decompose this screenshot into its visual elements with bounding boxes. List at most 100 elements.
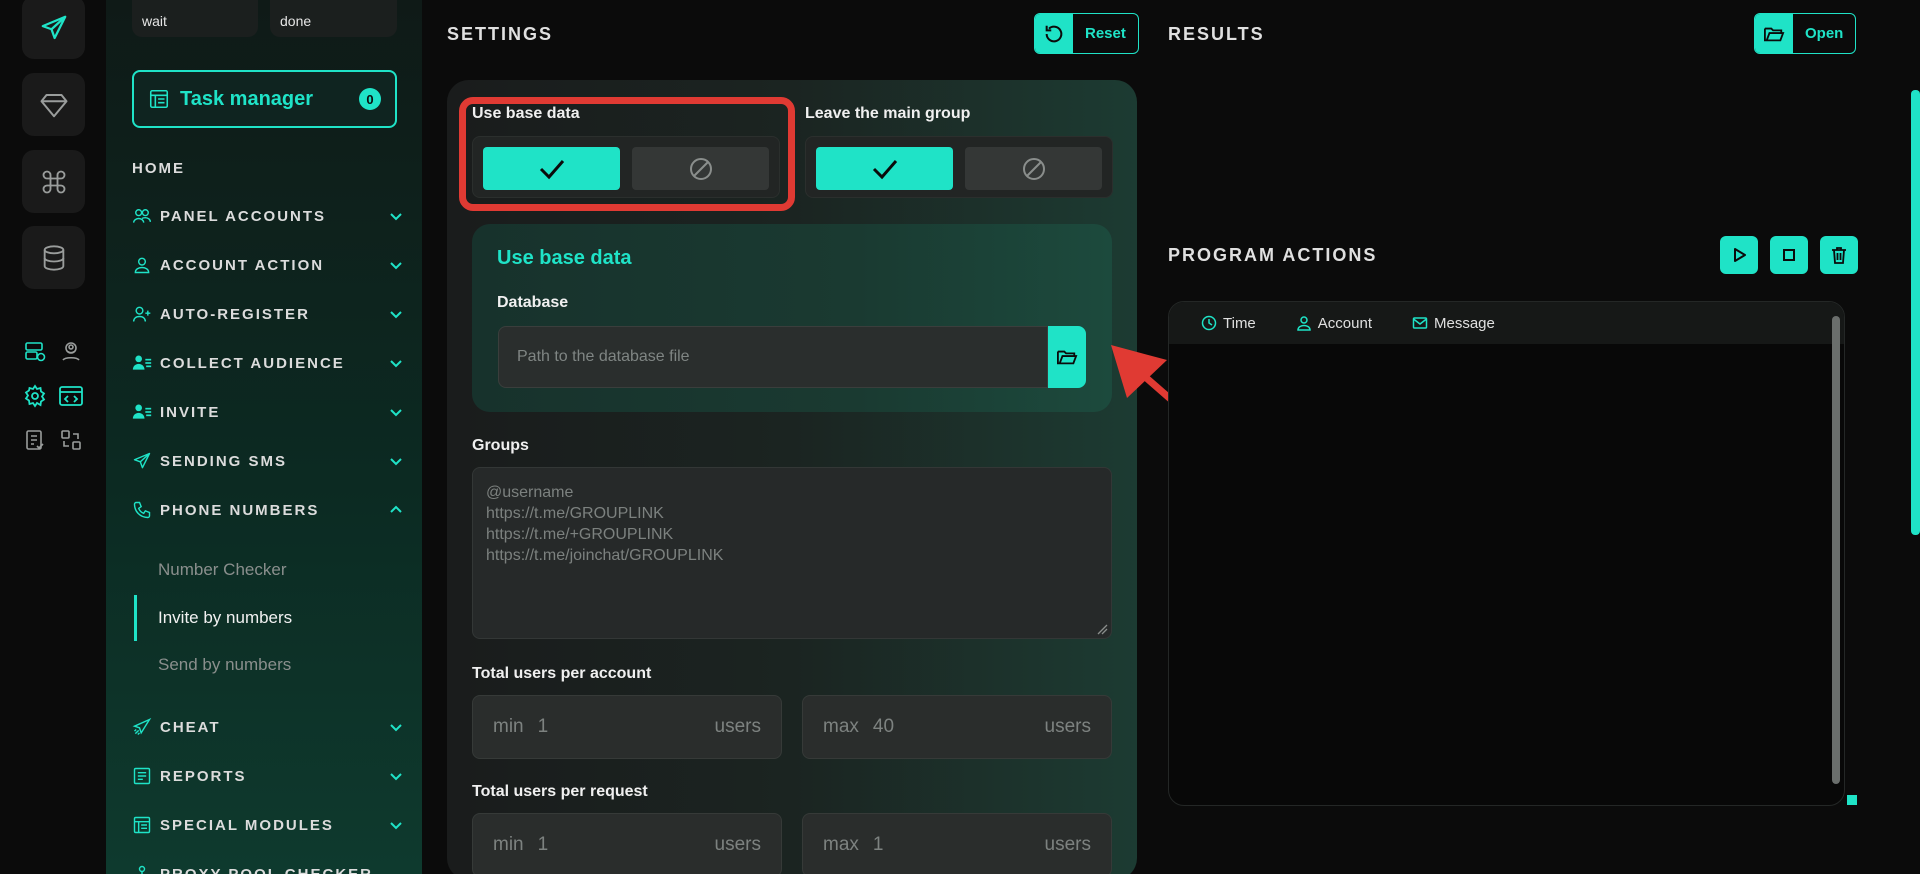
users-request-max-input[interactable]: max 1 users [802,813,1112,874]
open-button[interactable]: Open [1754,13,1857,54]
groups-textarea[interactable]: @username https://t.me/GROUPLINK https:/… [472,467,1112,639]
checklist-icon[interactable] [21,426,49,454]
user-pin-icon[interactable] [57,338,85,366]
task-manager-label: Task manager [180,87,314,110]
chevron-down-icon [388,208,404,224]
leave-main-group-yes-button[interactable] [816,147,953,190]
nav-invite[interactable]: INVITE [132,397,404,427]
results-title: RESULTS [1168,24,1265,44]
nav-invite-label: INVITE [160,403,221,421]
nav-reports[interactable]: REPORTS [132,761,404,791]
users-account-max-input[interactable]: max 40 users [802,695,1112,759]
leave-main-group-label: Leave the main group [805,105,971,122]
nav-account-action-label: ACCOUNT ACTION [160,256,325,274]
check-icon [871,158,899,180]
stop-button[interactable] [1770,236,1808,274]
nav-auto-register[interactable]: AUTO-REGISTER [132,299,404,329]
groups-label: Groups [472,437,529,454]
column-time[interactable]: Time [1201,315,1256,332]
swap-icon[interactable] [57,426,85,454]
leave-main-group-no-button[interactable] [965,147,1102,190]
telegram-send-icon[interactable] [22,0,85,59]
reset-button[interactable]: Reset [1034,13,1139,54]
user-icon [1296,315,1312,331]
play-button[interactable] [1720,236,1758,274]
proxy-icon [132,864,152,874]
page-scrollbar[interactable] [1911,90,1920,535]
log-scrollbar[interactable] [1832,316,1840,784]
nav-proxy-pool-checker[interactable]: PROXY POOL CHECKER [132,859,404,874]
user-list-icon [132,402,152,422]
users-request-min-input[interactable]: min 1 users [472,813,782,874]
report-icon [132,766,152,786]
chevron-up-icon [388,502,404,518]
nav-sending-sms[interactable]: SENDING SMS [132,446,404,476]
send-icon [132,451,152,471]
ban-icon [1021,156,1047,182]
max-value: 1 [872,834,884,855]
code-window-icon[interactable] [57,382,85,410]
status-done-label: done [280,13,312,29]
task-manager-button[interactable]: Task manager 0 [132,70,397,128]
nav-account-action[interactable]: ACCOUNT ACTION [132,250,404,280]
diamond-icon[interactable] [22,73,85,136]
status-wait-label: wait [142,13,167,29]
folder-open-icon [1755,14,1793,53]
nav-panel-accounts[interactable]: PANEL ACCOUNTS [132,201,404,231]
nav-cheat[interactable]: CHEAT [132,712,404,742]
total-users-request-label: Total users per request [472,783,648,800]
chevron-down-icon [388,719,404,735]
chevron-down-icon [388,817,404,833]
program-actions-title: PROGRAM ACTIONS [1168,245,1378,265]
clear-log-button[interactable] [1820,236,1858,274]
log-header: Time Account Message [1169,302,1844,344]
min-value: 1 [537,716,549,737]
task-manager-count: 0 [359,88,381,110]
settings-title: SETTINGS [447,24,554,44]
column-account[interactable]: Account [1296,315,1372,332]
nav-home[interactable]: HOME [132,153,404,183]
min-prefix: min [493,834,524,855]
column-message-label: Message [1433,314,1495,332]
nav-cheat-label: CHEAT [160,718,221,736]
groups-placeholder: @username https://t.me/GROUPLINK https:/… [486,484,724,564]
chevron-down-icon [388,404,404,420]
command-icon[interactable] [22,150,85,213]
total-users-account-label: Total users per account [472,665,652,682]
users-icon [132,206,152,226]
chevron-down-icon [388,257,404,273]
user-icon [132,255,152,275]
database-path-input[interactable]: Path to the database file [498,326,1048,388]
phone-icon [132,500,152,520]
max-prefix: max [823,834,859,855]
nav-phone-numbers[interactable]: PHONE NUMBERS [132,495,404,525]
mail-icon [1412,315,1428,331]
sub-invite-by-numbers[interactable]: Invite by numbers [152,603,292,633]
database-label: Database [497,294,569,311]
play-icon [1731,247,1747,263]
nav-special-modules[interactable]: SPECIAL MODULES [132,810,404,840]
database-icon[interactable] [22,226,85,289]
task-manager-icon [148,88,170,110]
nav-collect-audience[interactable]: COLLECT AUDIENCE [132,348,404,378]
unit-label: users [1044,834,1091,855]
users-account-min-input[interactable]: min 1 users [472,695,782,759]
max-value: 40 [872,716,895,737]
min-prefix: min [493,716,524,737]
settings-gear-icon[interactable] [21,382,49,410]
active-indicator [134,595,137,641]
nav-sending-sms-label: SENDING SMS [160,452,288,470]
refresh-icon [1035,14,1073,53]
unit-label: users [714,716,761,737]
resize-corner-icon[interactable] [1847,795,1857,805]
nav-auto-register-label: AUTO-REGISTER [160,305,310,323]
resize-handle-icon[interactable] [1096,623,1108,635]
database-card-title: Use base data [497,247,632,269]
status-card-done: done [270,0,397,37]
browse-database-button[interactable] [1048,326,1086,388]
server-icon[interactable] [21,338,49,366]
column-message[interactable]: Message [1412,315,1495,332]
nav-home-label: HOME [132,159,185,177]
sub-number-checker[interactable]: Number Checker [152,555,287,585]
sub-send-by-numbers[interactable]: Send by numbers [152,650,291,680]
